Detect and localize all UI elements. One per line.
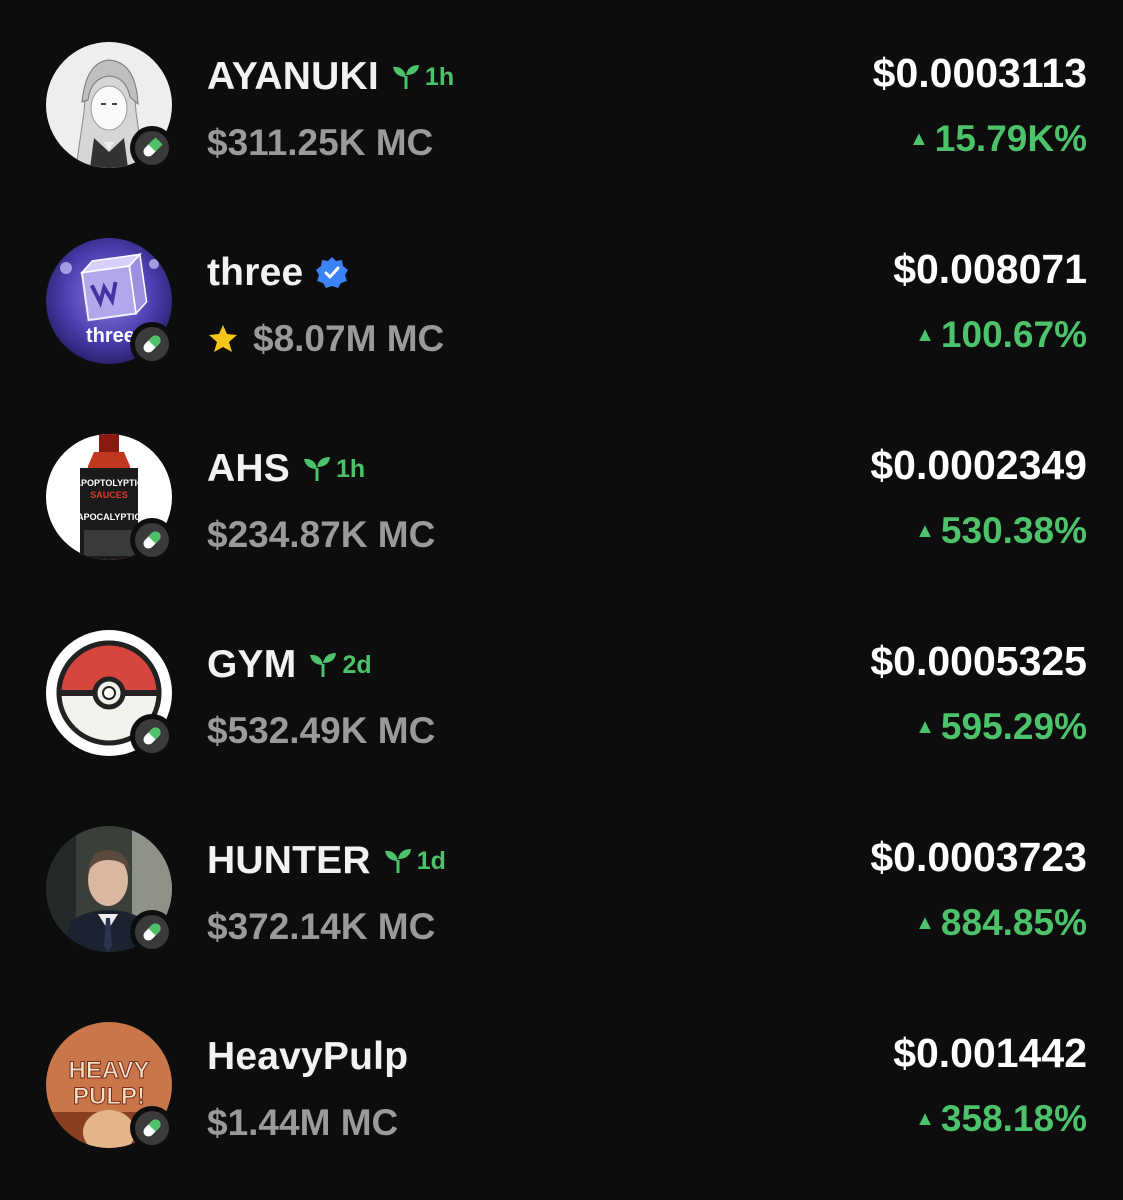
price-change-value: 884.85% (940, 902, 1087, 943)
mc-line: $372.14K MC (207, 902, 435, 952)
token-age: 1h (391, 63, 454, 92)
avatar-wrap (46, 630, 174, 758)
avatar-wrap (46, 42, 174, 170)
pill-icon (143, 1119, 161, 1137)
mc-line: $1.44M MC (207, 1098, 398, 1148)
svg-text:HEAVY: HEAVY (69, 1057, 150, 1084)
token-age: 1d (383, 847, 446, 876)
token-row[interactable]: HEAVY PULP! HeavyPulp $1.44M MC $0.00144… (0, 1002, 1123, 1152)
price-change: ▲ 530.38% (915, 510, 1087, 552)
up-triangle-icon: ▲ (915, 911, 935, 934)
pill-badge (130, 714, 174, 758)
avatar-text: APOPTOLYPTIC (74, 478, 144, 488)
mc-line: $311.25K MC (207, 118, 433, 168)
token-name: HUNTER (207, 839, 371, 882)
avatar-wrap (46, 826, 174, 954)
avatar-wrap: three. (46, 238, 174, 366)
seedling-icon (392, 65, 419, 89)
market-cap: $532.49K MC (207, 710, 436, 751)
token-row[interactable]: GYM 2d $532.49K MC $0.0005325 ▲ 595.29% (0, 610, 1123, 760)
verified-badge-icon (315, 256, 349, 290)
mc-line: $234.87K MC (207, 510, 435, 560)
pill-badge (130, 518, 174, 562)
token-price: $0.0003113 (872, 50, 1087, 96)
avatar-wrap: APOPTOLYPTIC SAUCES APOCALYPTIC (46, 434, 174, 562)
mc-line: $532.49K MC (207, 706, 435, 756)
price-change-value: 530.38% (940, 510, 1087, 551)
name-line: HUNTER 1d (207, 836, 446, 886)
token-age-label: 1d (416, 846, 446, 875)
seedling-icon (303, 457, 330, 481)
svg-text:PULP!: PULP! (73, 1083, 145, 1110)
pill-badge (130, 1106, 174, 1150)
price-change-value: 358.18% (940, 1098, 1087, 1139)
price-change-value: 100.67% (940, 314, 1087, 355)
pill-icon (143, 137, 163, 157)
name-line: AYANUKI 1h (207, 52, 454, 102)
token-age: 1h (302, 455, 365, 484)
market-cap: $372.14K MC (207, 906, 436, 947)
token-name: AHS (207, 447, 290, 490)
price-change: ▲ 595.29% (915, 706, 1087, 748)
price-change: ▲ 884.85% (915, 902, 1087, 944)
up-triangle-icon: ▲ (915, 715, 935, 738)
token-price: $0.0005325 (870, 638, 1087, 684)
price-change-value: 595.29% (940, 706, 1087, 747)
token-price: $0.0003723 (870, 834, 1087, 880)
token-price: $0.008071 (893, 246, 1087, 292)
market-cap: $8.07M MC (253, 318, 445, 359)
price-change: ▲ 15.79K% (909, 118, 1087, 160)
token-row[interactable]: three. three $8.07M MC $0.008071 ▲ 100.6… (0, 218, 1123, 368)
token-name: AYANUKI (207, 55, 379, 98)
token-age-label: 1h (424, 62, 455, 91)
price-change-value: 15.79K% (934, 118, 1087, 159)
up-triangle-icon: ▲ (915, 519, 935, 542)
pill-badge (130, 322, 174, 366)
name-line: AHS 1h (207, 444, 365, 494)
token-age: 2d (308, 650, 372, 680)
name-line: GYM 2d (207, 640, 372, 690)
up-triangle-icon: ▲ (915, 1107, 935, 1130)
mc-line: $8.07M MC (207, 314, 444, 364)
pill-icon (143, 335, 161, 353)
up-triangle-icon: ▲ (915, 323, 935, 346)
token-row[interactable]: AYANUKI 1h $311.25K MC $0.0003113 ▲ 15.7… (0, 22, 1123, 172)
avatar-text: APOCALYPTIC (77, 512, 141, 522)
price-change: ▲ 358.18% (915, 1098, 1087, 1140)
market-cap: $311.25K MC (207, 122, 434, 163)
pill-badge (130, 126, 174, 170)
token-name: GYM (207, 643, 297, 686)
token-price: $0.001442 (893, 1030, 1087, 1076)
token-age-label: 2d (342, 650, 372, 679)
name-line: three (207, 248, 349, 298)
up-triangle-icon: ▲ (908, 127, 929, 150)
seedling-icon (310, 653, 337, 677)
pill-badge (130, 910, 174, 954)
market-cap: $234.87K MC (207, 514, 436, 555)
avatar-wrap: HEAVY PULP! (46, 1022, 174, 1150)
pill-icon (143, 727, 161, 745)
token-name: three (207, 251, 304, 294)
token-list: AYANUKI 1h $311.25K MC $0.0003113 ▲ 15.7… (0, 0, 1123, 1200)
token-age-label: 1h (335, 454, 366, 483)
seedling-icon (384, 849, 411, 873)
pill-icon (143, 923, 161, 941)
token-row[interactable]: HUNTER 1d $372.14K MC $0.0003723 ▲ 884.8… (0, 806, 1123, 956)
name-line: HeavyPulp (207, 1032, 408, 1082)
token-price: $0.0002349 (870, 442, 1087, 488)
market-cap: $1.44M MC (207, 1102, 399, 1143)
star-icon (209, 325, 237, 352)
token-name: HeavyPulp (207, 1035, 409, 1078)
token-row[interactable]: APOPTOLYPTIC SAUCES APOCALYPTIC AHS 1h $… (0, 414, 1123, 564)
avatar-text: SAUCES (90, 490, 128, 500)
pill-icon (143, 531, 161, 549)
price-change: ▲ 100.67% (915, 314, 1087, 356)
